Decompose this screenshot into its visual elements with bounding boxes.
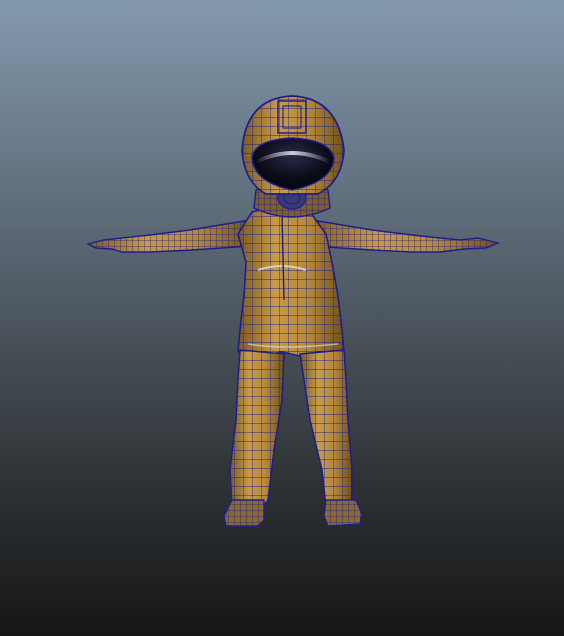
viewport-canvas[interactable]	[0, 0, 564, 636]
3d-viewport[interactable]	[0, 0, 564, 636]
character-model[interactable]	[85, 95, 501, 527]
